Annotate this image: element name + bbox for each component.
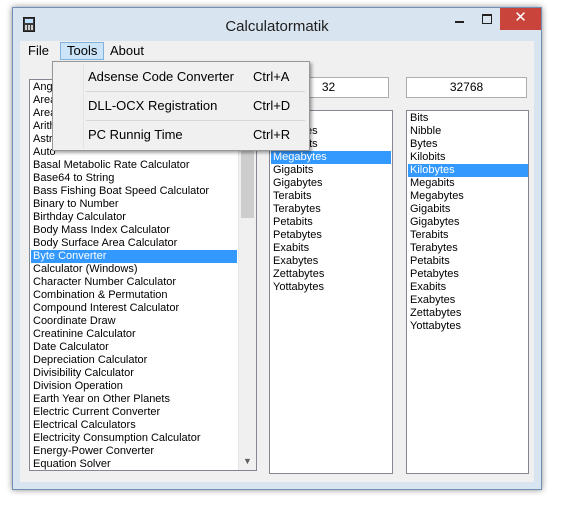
calculator-list-item[interactable]: Electricity Consumption Calculator [31, 432, 237, 445]
calculator-list-item[interactable]: Compound Interest Calculator [31, 302, 237, 315]
scroll-down-icon[interactable]: ▼ [239, 453, 256, 470]
to-unit-item[interactable]: Bytes [408, 138, 528, 151]
from-unit-item[interactable]: Megabytes [271, 151, 391, 164]
calculator-list-item[interactable]: Energy-Power Converter [31, 445, 237, 458]
calculator-list-item[interactable]: Basal Metabolic Rate Calculator [31, 159, 237, 172]
calculator-list-item[interactable]: Creatinine Calculator [31, 328, 237, 341]
menu-file[interactable]: File [22, 42, 55, 60]
menu-item-label: DLL-OCX Registration [88, 98, 218, 113]
from-unit-item[interactable]: Gigabits [271, 164, 391, 177]
to-unit-item[interactable]: Gigabits [408, 203, 528, 216]
calculator-list-item[interactable]: Earth Year on Other Planets [31, 393, 237, 406]
maximize-icon [481, 14, 492, 25]
calculator-list-item[interactable]: Bass Fishing Boat Speed Calculator [31, 185, 237, 198]
to-unit-item[interactable]: Kilobits [408, 151, 528, 164]
menu-item-shortcut: Ctrl+A [253, 69, 290, 84]
calculator-list-item[interactable]: Electric Current Converter [31, 406, 237, 419]
calculator-list-item[interactable]: Date Calculator [31, 341, 237, 354]
to-unit-item[interactable]: Gigabytes [408, 216, 528, 229]
minimize-icon [454, 21, 464, 24]
menu-item-label: PC Runnig Time [88, 127, 183, 142]
to-unit-item[interactable]: Megabits [408, 177, 528, 190]
calculator-list-item[interactable]: Body Surface Area Calculator [31, 237, 237, 250]
menu-item-shortcut: Ctrl+D [253, 98, 291, 113]
menu-bar: File Tools About [20, 41, 534, 61]
to-unit-item[interactable]: Zettabytes [408, 307, 528, 320]
calculator-list-item[interactable]: Binary to Number [31, 198, 237, 211]
calculator-list-item[interactable]: Byte Converter [31, 250, 237, 263]
calculator-list-item[interactable]: Coordinate Draw [31, 315, 237, 328]
calculator-list-item[interactable]: Birthday Calculator [31, 211, 237, 224]
close-button[interactable]: ✕ [500, 8, 541, 30]
calculator-list-item[interactable]: Division Operation [31, 380, 237, 393]
maximize-button[interactable] [473, 8, 500, 30]
menu-tools[interactable]: Tools [60, 42, 105, 60]
calculator-list-item[interactable]: Divisibility Calculator [31, 367, 237, 380]
calculator-list-item[interactable]: Electrical Calculators [31, 419, 237, 432]
calculator-list-item[interactable]: Depreciation Calculator [31, 354, 237, 367]
calculator-list-item[interactable]: Calculator (Windows) [31, 263, 237, 276]
to-unit-item[interactable]: Bits [408, 112, 528, 125]
calculator-list-item[interactable]: Equation Solver [31, 458, 237, 470]
to-unit-item[interactable]: Yottabytes [408, 320, 528, 333]
to-unit-item[interactable]: Exabytes [408, 294, 528, 307]
from-unit-item[interactable]: Yottabytes [271, 281, 391, 294]
menu-item-pc-running-time[interactable]: PC Runnig Time Ctrl+R [55, 121, 307, 148]
calculator-list-item[interactable]: Combination & Permutation [31, 289, 237, 302]
to-unit-item[interactable]: Petabytes [408, 268, 528, 281]
to-unit-item[interactable]: Exabits [408, 281, 528, 294]
from-unit-list[interactable]: KilobitsKilobytesMegabitsMegabytesGigabi… [269, 110, 393, 474]
tools-dropdown-menu: Adsense Code Converter Ctrl+A DLL-OCX Re… [52, 61, 310, 151]
menu-item-adsense-code-converter[interactable]: Adsense Code Converter Ctrl+A [55, 63, 307, 90]
calculator-list-item[interactable]: Character Number Calculator [31, 276, 237, 289]
to-unit-item[interactable]: Petabits [408, 255, 528, 268]
title-bar[interactable]: Calculatormatik ✕ [13, 8, 541, 41]
menu-item-dll-ocx-registration[interactable]: DLL-OCX Registration Ctrl+D [55, 92, 307, 119]
from-unit-item[interactable]: Gigabytes [271, 177, 391, 190]
menu-item-shortcut: Ctrl+R [253, 127, 291, 142]
minimize-button[interactable] [445, 8, 473, 30]
calculator-list-item[interactable]: Base64 to String [31, 172, 237, 185]
from-unit-item[interactable]: Petabytes [271, 229, 391, 242]
to-unit-list-items: Bits Nibble Bytes Kilobits Kilobytes Megabits… [408, 112, 528, 333]
to-unit-item[interactable]: Nibble [408, 125, 528, 138]
menu-item-label: Adsense Code Converter [88, 69, 234, 84]
to-unit-item[interactable]: Terabits [408, 229, 528, 242]
from-unit-item[interactable]: Petabits [271, 216, 391, 229]
from-unit-item[interactable]: Zettabytes [271, 268, 391, 281]
from-unit-item[interactable]: Exabytes [271, 255, 391, 268]
from-unit-item[interactable]: Terabits [271, 190, 391, 203]
to-unit-item[interactable]: Megabytes [408, 190, 528, 203]
to-unit-item[interactable]: Terabytes [408, 242, 528, 255]
menu-about[interactable]: About [104, 42, 150, 60]
from-unit-item[interactable]: Terabytes [271, 203, 391, 216]
to-unit-item[interactable]: Kilobytes [408, 164, 528, 177]
to-value-output[interactable]: 32768 [406, 77, 527, 98]
close-icon: ✕ [514, 9, 527, 26]
from-unit-item[interactable]: Exabits [271, 242, 391, 255]
to-unit-list[interactable]: Bits Nibble Bytes Kilobits Kilobytes Megabits… [406, 110, 529, 474]
calculator-list-item[interactable]: Body Mass Index Calculator [31, 224, 237, 237]
